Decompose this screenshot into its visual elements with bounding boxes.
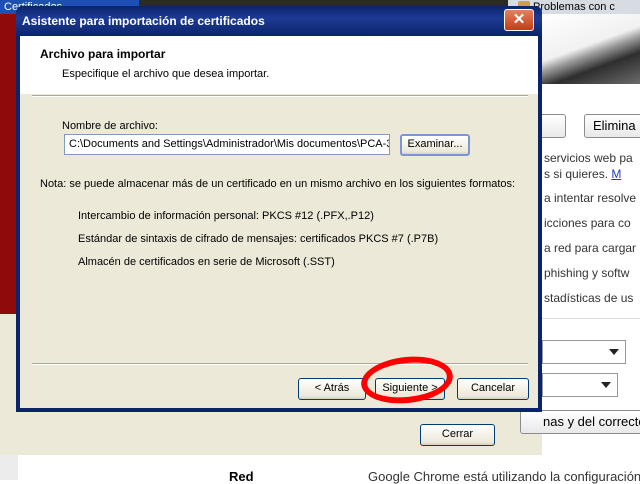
file-name-input[interactable]: C:\Documents and Settings\Administrador\…: [64, 134, 390, 155]
browse-button[interactable]: Examinar...: [400, 134, 470, 156]
spellcheck-settings-button[interactable]: nas y del corrector orto: [520, 410, 640, 434]
window-tab-chrome-label: Problemas con c: [533, 1, 615, 13]
close-icon[interactable]: ✕: [504, 9, 534, 31]
dialog-title: Asistente para importación de certificad…: [22, 14, 265, 28]
back-button[interactable]: < Atrás: [298, 378, 366, 400]
settings-text-line: phishing y softw: [544, 266, 630, 280]
settings-dropdown[interactable]: [542, 340, 626, 364]
wizard-header: Archivo para importar Especifique el arc…: [20, 36, 538, 94]
settings-text-line: a red para cargar: [544, 241, 637, 255]
format-item: Estándar de sintaxis de cifrado de mensa…: [78, 233, 439, 245]
cancel-button[interactable]: Cancelar: [457, 378, 529, 400]
settings-text-line: s si quieres. M: [544, 167, 622, 181]
settings-text-line: stadísticas de us: [544, 291, 634, 305]
format-item: Intercambio de información personal: PKC…: [78, 210, 374, 222]
page-title: Archivo para importar: [40, 47, 166, 61]
background-banner-image: [542, 14, 640, 84]
title-bar[interactable]: Asistente para importación de certificad…: [16, 6, 542, 36]
import-wizard-dialog: Asistente para importación de certificad…: [16, 6, 542, 412]
chevron-down-icon: [609, 349, 619, 355]
settings-dropdown[interactable]: [542, 373, 618, 397]
divider: [542, 318, 640, 319]
header-divider: [32, 95, 528, 97]
formats-note: Nota: se puede almacenar más de un certi…: [40, 178, 516, 190]
settings-network-row: Red Google Chrome está utilizando la con…: [205, 455, 640, 484]
page-subtitle: Especifique el archivo que desea importa…: [62, 68, 270, 80]
network-heading: Red: [229, 469, 254, 484]
settings-text-line: icciones para co: [544, 216, 631, 230]
delete-button[interactable]: Elimina: [584, 114, 640, 138]
footer-divider: [32, 363, 528, 365]
settings-text-line: servicios web pa: [544, 151, 633, 165]
settings-text-line: a intentar resolve: [544, 191, 637, 205]
dialog-body: Archivo para importar Especifique el arc…: [20, 36, 538, 408]
settings-link[interactable]: M: [611, 167, 621, 181]
file-name-label: Nombre de archivo:: [62, 120, 158, 132]
network-description: Google Chrome está utilizando la configu…: [368, 469, 640, 484]
chevron-down-icon: [601, 382, 611, 388]
close-button[interactable]: Cerrar: [420, 424, 495, 446]
format-item: Almacén de certificados en serie de Micr…: [78, 256, 335, 268]
